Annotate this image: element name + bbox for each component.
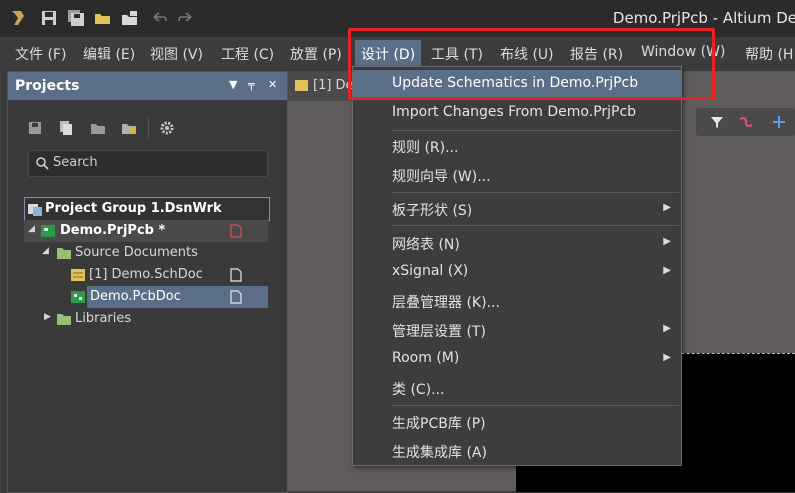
expand-arrow-icon[interactable]: ◢ [28,224,35,234]
menu-item-label: 板子形状 (S) [392,203,473,219]
menu-make-pcb-library[interactable]: 生成PCB库 (P) [353,408,681,436]
folder-icon [57,314,71,325]
search-icon [36,157,49,170]
search-placeholder: Search [53,155,98,170]
submenu-arrow-icon: ▶ [663,323,671,334]
tree-item-source-documents[interactable]: ◢ Source Documents [24,242,268,264]
interactive-routing-icon[interactable] [738,115,754,129]
save-project-icon[interactable] [58,120,74,136]
menu-make-integrated-library[interactable]: 生成集成库 (A) [353,437,681,465]
modified-document-icon [230,224,242,238]
menu-item-label: 生成集成库 (A) [392,445,487,461]
toolbar-divider [148,118,149,138]
menu-item-label: Room (M) [392,350,460,366]
menu-layer-stack-manager[interactable]: 层叠管理器 (K)... [353,287,681,315]
close-icon[interactable]: ✕ [268,78,277,91]
menu-item-label: 层叠管理器 (K)... [392,295,500,311]
altium-logo-icon [12,11,24,25]
tree-label: Demo.PcbDoc [90,289,181,304]
menu-item-label: 网络表 (N) [392,237,460,253]
menu-item-label: xSignal (X) [392,263,469,279]
menu-netlist[interactable]: 网络表 (N) ▶ [353,229,681,257]
submenu-arrow-icon: ▶ [663,236,671,247]
panel-title: Projects [15,78,80,94]
window-title: Demo.PrjPcb - Altium De [612,9,795,27]
tree-label: [1] Demo.SchDoc [89,267,203,282]
menu-view[interactable]: 视图 (V) [150,44,203,64]
menu-item-label: 规则 (R)... [392,140,459,156]
open-project-folder-icon[interactable] [121,120,137,136]
filter-icon[interactable] [710,115,724,129]
menu-file[interactable]: 文件 (F) [15,44,66,64]
menu-rules[interactable]: 规则 (R)... [353,132,681,160]
document-icon [230,290,242,304]
menu-board-shape[interactable]: 板子形状 (S) ▶ [353,195,681,223]
menu-item-label: 生成PCB库 (P) [392,416,486,432]
document-icon [230,268,242,282]
save-all-icon[interactable] [67,9,85,27]
collapse-arrow-icon[interactable]: ▶ [44,312,51,322]
workspace-icon [28,204,42,216]
submenu-arrow-icon: ▶ [663,265,671,276]
tree-item-pcbdoc[interactable]: Demo.PcbDoc [24,286,268,308]
menu-separator [391,225,679,226]
open-folder-icon[interactable] [94,9,112,27]
tree-item-schdoc[interactable]: [1] Demo.SchDoc [24,264,268,286]
pin-icon[interactable]: ╤ [248,78,255,91]
menu-item-label: 管理层设置 (T) [392,324,486,340]
menu-import-changes[interactable]: Import Changes From Demo.PrjPcb [353,99,681,127]
save-file-icon[interactable] [27,120,43,136]
menu-item-label: 类 (C)... [392,382,445,398]
panel-menu-icon[interactable]: ▼ [229,78,237,91]
menu-place[interactable]: 放置 (P) [290,44,342,64]
pcb-toolbar [696,108,795,136]
tree-item-project-group[interactable]: Project Group 1.DsnWrk [24,197,270,221]
highlight-annotation-box [348,28,715,100]
search-input[interactable]: Search [28,150,268,177]
redo-icon[interactable] [177,9,195,27]
save-icon[interactable] [40,9,58,27]
tree-label: Project Group 1.DsnWrk [45,201,222,216]
menu-manage-layer-sets[interactable]: 管理层设置 (T) ▶ [353,316,681,344]
submenu-arrow-icon: ▶ [663,352,671,363]
tree-label: Source Documents [75,245,198,260]
tree-item-libraries[interactable]: ▶ Libraries [24,308,268,330]
tree-item-project[interactable]: ◢ Demo.PrjPcb * [24,220,268,242]
design-menu-dropdown: Update Schematics in Demo.PrjPcb Import … [352,66,682,466]
menu-project[interactable]: 工程 (C) [221,44,274,64]
add-icon[interactable] [772,115,786,129]
pcb-document-icon [71,291,85,303]
pcb-project-icon [41,225,55,237]
menu-xsignal[interactable]: xSignal (X) ▶ [353,258,681,286]
project-options-icon[interactable] [90,120,106,136]
panel-header: Projects ▼ ╤ ✕ [8,72,287,100]
schematic-icon [71,269,85,281]
menu-help[interactable]: 帮助 (H [745,44,793,64]
menu-room[interactable]: Room (M) ▶ [353,345,681,373]
folder-icon [57,248,71,259]
menu-separator [391,192,679,193]
menu-item-label: Import Changes From Demo.PrjPcb [392,104,637,120]
expand-arrow-icon[interactable]: ◢ [42,246,49,256]
menu-rules-wizard[interactable]: 规则向导 (W)... [353,161,681,189]
gear-icon[interactable] [159,120,175,136]
undo-icon[interactable] [150,9,168,27]
menu-separator [391,130,679,131]
menu-classes[interactable]: 类 (C)... [353,374,681,402]
menu-item-label: 规则向导 (W)... [392,169,491,185]
tree-label: Demo.PrjPcb * [60,223,166,238]
tree-label: Libraries [75,311,132,326]
submenu-arrow-icon: ▶ [663,202,671,213]
menu-edit[interactable]: 编辑 (E) [83,44,135,64]
projects-panel: Projects ▼ ╤ ✕ Search Project Group 1.Ds… [7,71,288,493]
open-project-icon[interactable] [121,9,139,27]
schematic-icon [295,80,308,91]
menu-separator [391,405,679,406]
